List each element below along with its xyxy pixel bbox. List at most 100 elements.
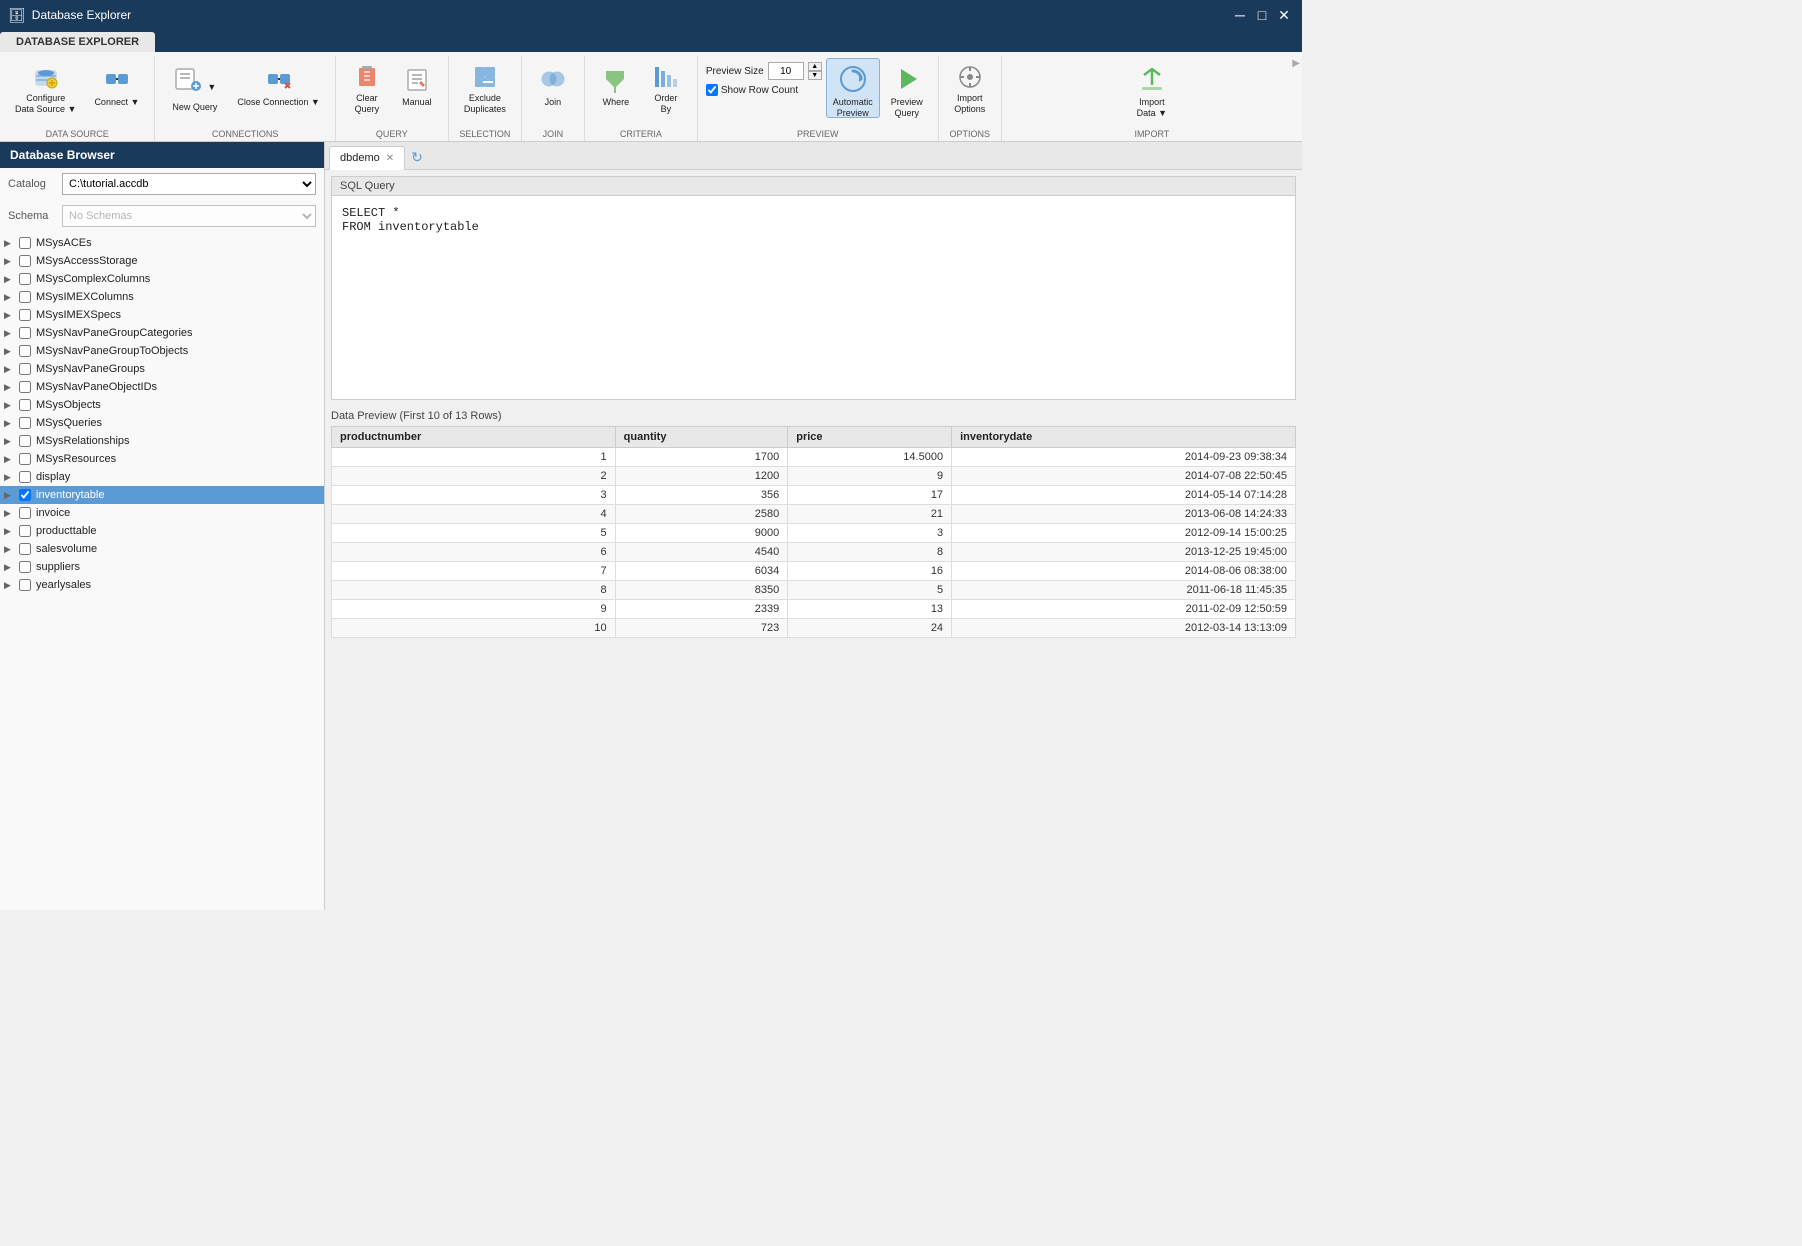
tree-item-msysnavpanegroupcategories[interactable]: ▶ MSysNavPaneGroupCategories [0,324,324,342]
tree-item-msysnavpanegrouptoobjects[interactable]: ▶ MSysNavPaneGroupToObjects [0,342,324,360]
tree-checkbox-msysresources[interactable] [18,452,32,466]
tree-checkbox-msysrelationships[interactable] [18,434,32,448]
tree-checkbox-msysnavpaneobjectids[interactable] [18,380,32,394]
criteria-group-label: CRITERIA [620,129,662,141]
catalog-select[interactable]: C:\tutorial.accdb [62,173,316,195]
preview-table: productnumberquantitypriceinventorydate … [331,426,1296,638]
connect-button[interactable]: Connect ▼ [87,58,146,118]
tree-expand-invoice: ▶ [4,508,18,519]
schema-select[interactable]: No Schemas [62,205,316,227]
tree-checkbox-msysimexspecs[interactable] [18,308,32,322]
manual-icon [401,63,433,95]
tree-item-msysrelationships[interactable]: ▶ MSysRelationships [0,432,324,450]
doc-tab-close-button[interactable]: ✕ [386,153,394,164]
tree-checkbox-msysnavpanegroups[interactable] [18,362,32,376]
sql-textarea[interactable]: SELECT * FROM inventorytable [332,196,1295,396]
tree-item-suppliers[interactable]: ▶ suppliers [0,558,324,576]
cell-r8-c0: 9 [332,600,616,619]
tree-item-display[interactable]: ▶ display [0,468,324,486]
tree-item-msysimexspecs[interactable]: ▶ MSysIMEXSpecs [0,306,324,324]
tree-checkbox-msyscomplexcolumns[interactable] [18,272,32,286]
tree-item-yearlysales[interactable]: ▶ yearlysales [0,576,324,594]
tree-label-inventorytable: inventorytable [36,489,105,501]
tree-checkbox-invoice[interactable] [18,506,32,520]
app-tab-bar: DATABASE EXPLORER [0,30,1302,52]
tree-checkbox-inventorytable[interactable] [18,488,32,502]
tree-item-invoice[interactable]: ▶ invoice [0,504,324,522]
cell-r2-c1: 356 [615,486,788,505]
tree-checkbox-msysnavpanegroupcategories[interactable] [18,326,32,340]
table-row: 76034162014-08-06 08:38:00 [332,562,1296,581]
import-options-button[interactable]: ImportOptions [947,58,993,118]
tree-item-msysresources[interactable]: ▶ MSysResources [0,450,324,468]
cell-r5-c2: 8 [788,543,952,562]
doc-tab-sync-icon[interactable]: ↻ [411,149,423,166]
tree-checkbox-producttable[interactable] [18,524,32,538]
cell-r4-c0: 5 [332,524,616,543]
cell-r3-c0: 4 [332,505,616,524]
tree-checkbox-suppliers[interactable] [18,560,32,574]
table-row: 8835052011-06-18 11:45:35 [332,581,1296,600]
cell-r5-c0: 6 [332,543,616,562]
automatic-preview-button[interactable]: AutomaticPreview [826,58,880,118]
clear-query-button[interactable]: ClearQuery [344,58,390,118]
configure-button[interactable]: ConfigureData Source ▼ [8,58,83,118]
tree-item-msysaccessstorage[interactable]: ▶ MSysAccessStorage [0,252,324,270]
ribbon-scroll-right[interactable]: ▶ [1292,58,1300,69]
tree-item-msysaces[interactable]: ▶ MSysACEs [0,234,324,252]
join-button[interactable]: Join [530,58,576,118]
ribbon-group-criteria-content: Where OrderBy [593,58,689,129]
manual-button[interactable]: Manual [394,58,440,118]
spinner-up-button[interactable]: ▲ [808,62,822,71]
new-query-button[interactable]: ▼ New Query [163,58,226,118]
tree-item-msyscomplexcolumns[interactable]: ▶ MSysComplexColumns [0,270,324,288]
tree-item-salesvolume[interactable]: ▶ salesvolume [0,540,324,558]
close-connection-button[interactable]: Close Connection ▼ [230,58,326,118]
ribbon-group-preview: Preview Size ▲ ▼ Show Row Count Automati… [698,56,939,141]
title-bar-left: 🗄 Database Explorer [8,7,131,24]
tree-checkbox-yearlysales[interactable] [18,578,32,592]
database-explorer-tab[interactable]: DATABASE EXPLORER [0,32,155,52]
preview-query-button[interactable]: PreviewQuery [884,58,930,118]
close-button[interactable]: ✕ [1274,5,1294,25]
tree-checkbox-msysqueries[interactable] [18,416,32,430]
preview-size-area: Preview Size ▲ ▼ Show Row Count [706,58,822,100]
connect-label: Connect ▼ [94,97,139,108]
tree-item-inventorytable[interactable]: ▶ inventorytable [0,486,324,504]
exclude-duplicates-button[interactable]: ExcludeDuplicates [457,58,513,118]
tree-item-msysimexcolumns[interactable]: ▶ MSysIMEXColumns [0,288,324,306]
order-by-button[interactable]: OrderBy [643,58,689,118]
spinner-down-button[interactable]: ▼ [808,71,822,80]
preview-size-input[interactable] [768,62,804,80]
cell-r6-c3: 2014-08-06 08:38:00 [952,562,1296,581]
import-data-button[interactable]: ImportData ▼ [1129,58,1175,118]
tree-item-msysnavpanegroups[interactable]: ▶ MSysNavPaneGroups [0,360,324,378]
configure-label: ConfigureData Source ▼ [15,93,76,115]
cell-r9-c0: 10 [332,619,616,638]
tree-item-msysnavpaneobjectids[interactable]: ▶ MSysNavPaneObjectIDs [0,378,324,396]
tree-item-msysqueries[interactable]: ▶ MSysQueries [0,414,324,432]
show-row-count-checkbox[interactable] [706,84,718,96]
new-query-arrow: ▼ [207,82,216,92]
minimize-button[interactable]: ─ [1230,5,1250,25]
tree-label-msysimexcolumns: MSysIMEXColumns [36,291,134,303]
ribbon-group-query: ClearQuery Manual QUERY [336,56,449,141]
cell-r9-c1: 723 [615,619,788,638]
tree-checkbox-msysaces[interactable] [18,236,32,250]
tree-checkbox-msysnavpanegrouptoobjects[interactable] [18,344,32,358]
tree-checkbox-display[interactable] [18,470,32,484]
where-button[interactable]: Where [593,58,639,118]
tree-item-msysobjects[interactable]: ▶ MSysObjects [0,396,324,414]
maximize-button[interactable]: □ [1252,5,1272,25]
tree-label-msysimexspecs: MSysIMEXSpecs [36,309,121,321]
doc-tab-dbdemo[interactable]: dbdemo ✕ [329,146,405,170]
data-preview-area: Data Preview (First 10 of 13 Rows) produ… [331,406,1296,904]
tree-checkbox-msysimexcolumns[interactable] [18,290,32,304]
tree-checkbox-msysobjects[interactable] [18,398,32,412]
tree-checkbox-salesvolume[interactable] [18,542,32,556]
tree-checkbox-msysaccessstorage[interactable] [18,254,32,268]
table-row: 1170014.50002014-09-23 09:38:34 [332,448,1296,467]
tree-expand-msysresources: ▶ [4,454,18,465]
tree-item-producttable[interactable]: ▶ producttable [0,522,324,540]
ribbon-group-connections-content: ▼ New Query Close Connection ▼ [163,58,326,129]
